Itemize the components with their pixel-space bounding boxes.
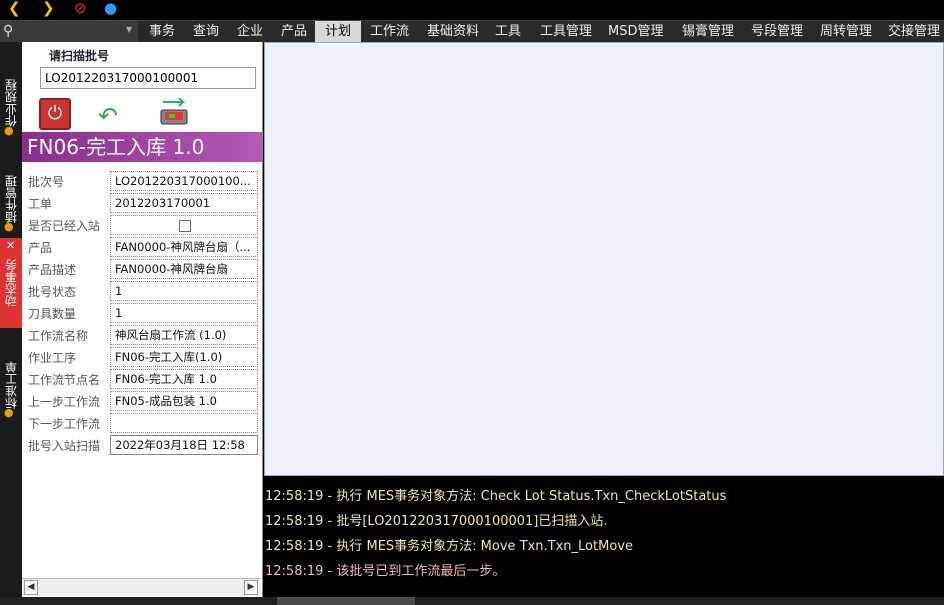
menu-item-number-management[interactable]: 号段管理 xyxy=(751,21,803,43)
menu-item-enterprise[interactable]: 企业 xyxy=(237,21,263,43)
menu-item-tool-management[interactable]: 工具管理 xyxy=(540,21,592,43)
property-row: 批号状态 1 xyxy=(22,280,260,302)
menu-item-handover-management[interactable]: 交接管理 xyxy=(888,21,940,43)
property-label: 是否已经入站 xyxy=(28,219,101,233)
property-value[interactable]: FAN0000-神风牌台扇（... xyxy=(110,237,258,257)
property-value[interactable]: 1 xyxy=(110,303,258,323)
left-rail: 作业规程 ● 插件管理 ● 动态事务 ✕ 标准工单 ● xyxy=(0,42,22,597)
property-row: 下一步工作流 xyxy=(22,412,260,434)
menu-item-msd-management[interactable]: MSD管理 xyxy=(608,21,663,43)
property-row: 批号入站扫描 2022年03月18日 12:58 xyxy=(22,434,260,456)
status-bar xyxy=(0,597,944,605)
status-bar-tab[interactable] xyxy=(277,597,415,605)
horizontal-scrollbar[interactable]: ◀ ▶ xyxy=(22,578,260,595)
search-box[interactable]: ⚲ ▼ xyxy=(0,21,138,43)
main-content-area xyxy=(264,42,944,476)
rail-tab-label: 作业规程 xyxy=(4,79,19,127)
search-icon[interactable]: ⚲ xyxy=(3,23,13,39)
menu-item-workflow[interactable]: 工作流 xyxy=(370,21,409,43)
rail-tab-label: 标准工单 xyxy=(4,361,19,409)
people-icon: ● xyxy=(4,220,14,233)
property-row: 批次号 LO201220317000100... xyxy=(22,170,260,192)
property-value[interactable]: LO201220317000100... xyxy=(110,171,258,191)
scroll-right-icon[interactable]: ▶ xyxy=(244,580,258,595)
property-value[interactable]: FAN0000-神风牌台扇 xyxy=(110,259,258,279)
undo-icon: ↶ xyxy=(98,102,119,130)
property-row: 工单 2012203170001 xyxy=(22,192,260,214)
property-label: 产品描述 xyxy=(28,263,77,277)
property-row: 刀具数量 1 xyxy=(22,302,260,324)
power-button[interactable]: ⏻ xyxy=(39,98,71,130)
property-label: 作业工序 xyxy=(28,351,77,365)
scanner-icon xyxy=(160,98,188,125)
people-icon: ● xyxy=(4,406,14,419)
rail-tab-label: 动态事务 xyxy=(4,259,19,307)
property-row: 上一步工作流 FN05-成品包装 1.0 xyxy=(22,390,260,412)
property-label: 批号入站扫描 xyxy=(28,439,101,453)
property-value[interactable]: 2022年03月18日 12:58 xyxy=(110,435,258,455)
property-row: 作业工序 FN06-完工入库(1.0) xyxy=(22,346,260,368)
arrow-left-icon[interactable]: ❮ xyxy=(8,0,21,18)
property-label: 批号状态 xyxy=(28,285,77,299)
log-line: 12:58:19 - 该批号已到工作流最后一步。 xyxy=(265,564,506,579)
menu-item-solder-management[interactable]: 锡膏管理 xyxy=(682,21,734,43)
property-label: 上一步工作流 xyxy=(28,395,101,409)
menu-item-tools[interactable]: 工具 xyxy=(495,21,521,43)
menu-item-basic-data[interactable]: 基础资料 xyxy=(427,21,479,43)
menubar: ⚲ ▼ 事务 查询 企业 产品 计划 工作流 基础资料 工具 工具管理 MSD管… xyxy=(0,20,944,43)
top-toolbar: ❮ ❯ ⊘ ● xyxy=(0,0,944,20)
property-value[interactable]: FN06-完工入库 1.0 xyxy=(110,369,258,389)
rail-tab-label: 插件管理 xyxy=(4,175,19,223)
transaction-panel: 请扫描批号 ⏻ ↶ FN06-完工入库 1.0 批次号 LO2012203170… xyxy=(22,42,263,597)
property-label: 刀具数量 xyxy=(28,307,77,321)
log-output: 12:58:19 - 执行 MES事务对象方法: Check Lot Statu… xyxy=(263,480,944,597)
property-label: 产品 xyxy=(28,241,53,255)
log-line: 12:58:19 - 执行 MES事务对象方法: Move Txn.Txn_Lo… xyxy=(265,539,633,554)
undo-button[interactable]: ↶ xyxy=(98,102,118,130)
menu-item-plan[interactable]: 计划 xyxy=(315,21,362,43)
property-label: 工作流节点名 xyxy=(28,373,101,387)
log-line: 12:58:19 - 批号[LO201220317000100001]已扫描入站… xyxy=(265,514,608,529)
stop-icon[interactable]: ⊘ xyxy=(74,0,87,18)
scroll-left-icon[interactable]: ◀ xyxy=(24,580,38,595)
scan-label: 请扫描批号 xyxy=(49,49,110,63)
property-value[interactable]: FN06-完工入库(1.0) xyxy=(110,347,258,367)
menu-item-turnover-management[interactable]: 周转管理 xyxy=(820,21,872,43)
arrow-right-icon[interactable]: ❯ xyxy=(42,0,55,18)
property-value[interactable] xyxy=(110,413,258,433)
close-icon[interactable]: ✕ xyxy=(6,239,20,252)
property-value[interactable]: 2012203170001 xyxy=(110,193,258,213)
property-row: 工作流节点名 FN06-完工入库 1.0 xyxy=(22,368,260,390)
property-label: 下一步工作流 xyxy=(28,417,101,431)
menu-item-product[interactable]: 产品 xyxy=(281,21,307,43)
property-label: 工作流名称 xyxy=(28,329,89,343)
scanner-button[interactable] xyxy=(157,98,191,128)
property-label: 工单 xyxy=(28,197,53,211)
property-value[interactable]: FN05-成品包装 1.0 xyxy=(110,391,258,411)
property-row: 产品 FAN0000-神风牌台扇（... xyxy=(22,236,260,258)
checked-in-checkbox[interactable] xyxy=(179,220,191,232)
form-title: FN06-完工入库 1.0 xyxy=(22,132,262,162)
property-value xyxy=(110,215,258,235)
menu-item-transaction[interactable]: 事务 xyxy=(149,21,175,43)
menu-item-query[interactable]: 查询 xyxy=(193,21,219,43)
people-icon: ● xyxy=(4,124,14,137)
scan-input[interactable] xyxy=(40,67,256,89)
property-value[interactable]: 1 xyxy=(110,281,258,301)
property-row: 是否已经入站 xyxy=(22,214,260,236)
user-icon[interactable]: ● xyxy=(104,0,117,18)
log-line: 12:58:19 - 执行 MES事务对象方法: Check Lot Statu… xyxy=(265,489,727,504)
property-value[interactable]: 神风台扇工作流 (1.0) xyxy=(110,325,258,345)
property-row: 工作流名称 神风台扇工作流 (1.0) xyxy=(22,324,260,346)
chevron-down-icon[interactable]: ▼ xyxy=(126,25,132,34)
property-label: 批次号 xyxy=(28,175,65,189)
property-row: 产品描述 FAN0000-神风牌台扇 xyxy=(22,258,260,280)
power-icon: ⏻ xyxy=(47,103,63,124)
